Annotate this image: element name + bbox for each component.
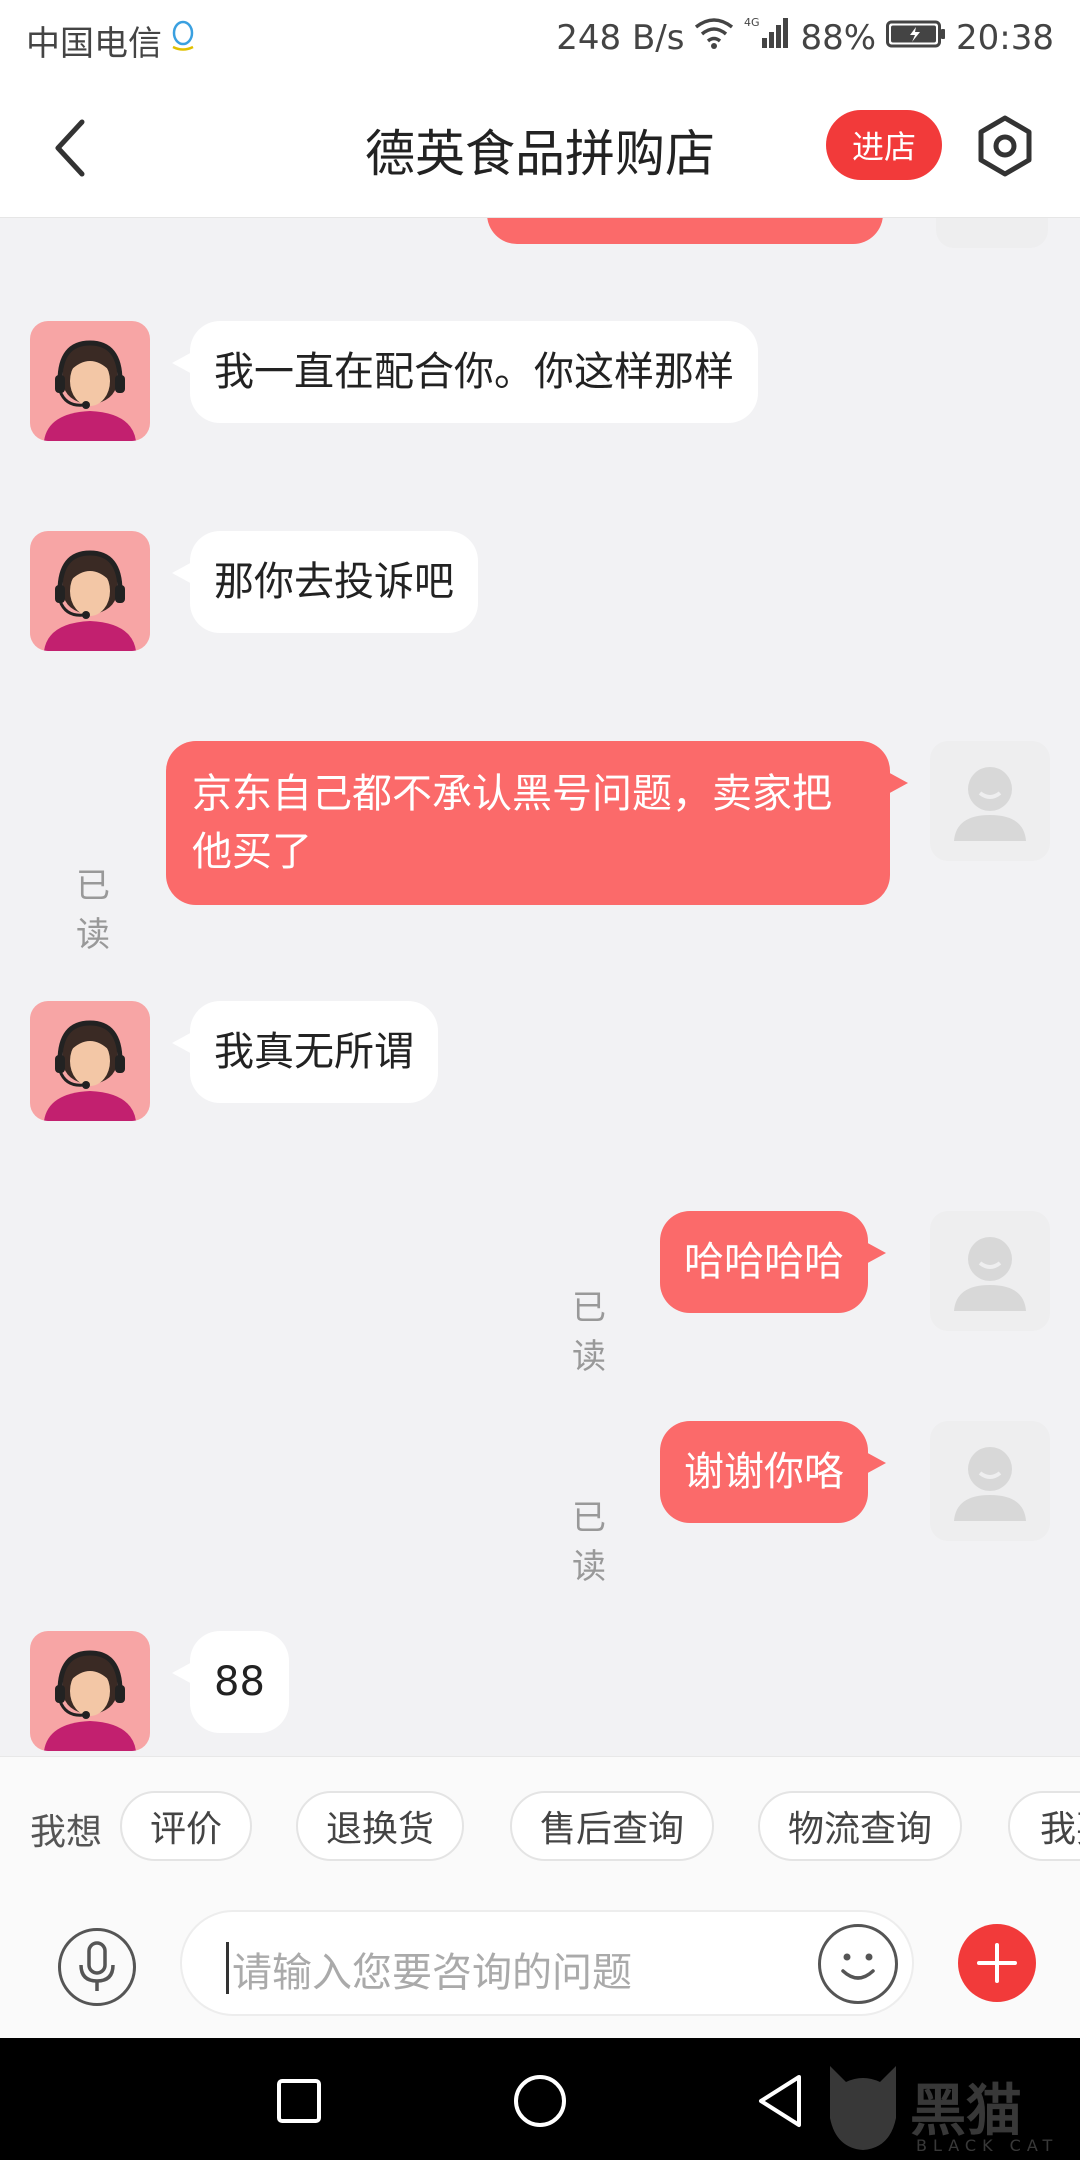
nav-bar: 德英食品拼购店 进店	[0, 78, 1080, 218]
black-cat-logo-icon	[830, 2066, 896, 2150]
chat-area[interactable]: 我一直在配合你。你这样那样 那你去投诉吧 已读 京东自己都不承认黑号问题，卖家把…	[0, 218, 1080, 1756]
home-button[interactable]	[505, 2066, 575, 2136]
agent-avatar[interactable]	[30, 1001, 150, 1121]
net-speed-label: 248 B/s	[556, 17, 685, 58]
quick-option-after-sales[interactable]: 售后查询	[510, 1791, 714, 1861]
watermark: 黑猫 BLACK CAT	[820, 2058, 1080, 2158]
status-bar: 中国电信 248 B/s 4G 88% 20:38	[0, 0, 1080, 78]
incoming-message-bubble[interactable]: 我真无所谓	[172, 1001, 438, 1103]
more-actions-button[interactable]	[958, 1924, 1036, 2002]
default-user-icon	[954, 767, 1026, 841]
previous-message-bubble	[487, 218, 883, 244]
voice-input-button[interactable]	[58, 1928, 136, 2006]
default-user-icon	[954, 1447, 1026, 1521]
chevron-left-icon	[55, 119, 85, 177]
smiley-icon	[841, 1953, 875, 1980]
quick-option-return-exchange[interactable]: 退换货	[296, 1791, 464, 1861]
agent-avatar[interactable]	[30, 321, 150, 441]
previous-user-avatar	[936, 218, 1048, 248]
watermark-subtext: BLACK CAT	[916, 2136, 1059, 2155]
default-user-icon	[954, 1237, 1026, 1311]
circle-icon	[514, 2075, 566, 2127]
quick-option-logistics[interactable]: 物流查询	[758, 1791, 962, 1861]
agent-avatar[interactable]	[30, 531, 150, 651]
text-caret	[226, 1942, 229, 1994]
quick-option-review[interactable]: 评价	[120, 1791, 252, 1861]
battery-icon	[886, 18, 946, 58]
settings-hexagon-icon	[978, 115, 1032, 177]
back-button[interactable]	[30, 108, 110, 188]
carrier-label: 中国电信	[26, 24, 162, 64]
recent-apps-button[interactable]	[264, 2066, 334, 2136]
system-navigation-bar: 黑猫 BLACK CAT	[0, 2038, 1080, 2160]
quick-options-bar: 我想 评价 退换货 售后查询 物流查询 我要	[0, 1756, 1080, 1898]
emoji-button[interactable]	[818, 1924, 898, 2004]
square-icon	[277, 2079, 321, 2123]
user-avatar[interactable]	[930, 1211, 1050, 1331]
read-receipt: 已读	[572, 1498, 606, 1587]
wifi-icon	[694, 17, 734, 58]
read-receipt: 已读	[76, 866, 110, 955]
read-receipt: 已读	[572, 1288, 606, 1377]
input-placeholder: 请输入您要咨询的问题	[232, 1950, 632, 1996]
user-avatar[interactable]	[930, 1421, 1050, 1541]
plus-icon	[977, 1943, 1017, 1983]
cell-signal-icon: 4G	[744, 16, 790, 59]
outgoing-message-bubble[interactable]: 哈哈哈哈	[660, 1211, 886, 1313]
incoming-message-bubble[interactable]: 那你去投诉吧	[172, 531, 478, 633]
user-avatar[interactable]	[930, 741, 1050, 861]
triangle-back-icon	[759, 2075, 801, 2127]
qq-notification-icon	[170, 19, 196, 62]
clock: 20:38	[956, 17, 1054, 58]
customer-service-agent-icon	[44, 1650, 136, 1751]
microphone-icon	[79, 1941, 115, 1991]
outgoing-message-bubble[interactable]: 谢谢你咯	[660, 1421, 886, 1523]
incoming-message-bubble[interactable]: 我一直在配合你。你这样那样	[172, 321, 758, 423]
agent-avatar[interactable]	[30, 1631, 150, 1751]
customer-service-agent-icon	[44, 1020, 136, 1121]
quick-option-more[interactable]: 我要	[1008, 1791, 1080, 1861]
quick-options-label: 我想	[30, 1812, 103, 1853]
settings-button[interactable]	[965, 106, 1045, 186]
incoming-message-bubble[interactable]: 88	[172, 1631, 289, 1733]
watermark-text: 黑猫	[910, 2079, 1022, 2144]
network-type-label: 4G	[744, 16, 760, 29]
message-input[interactable]: 请输入您要咨询的问题	[180, 1910, 914, 2016]
back-nav-button[interactable]	[745, 2066, 815, 2136]
customer-service-agent-icon	[44, 550, 136, 651]
customer-service-agent-icon	[44, 340, 136, 441]
input-bar: 请输入您要咨询的问题	[0, 1898, 1080, 2038]
outgoing-message-bubble[interactable]: 京东自己都不承认黑号问题，卖家把他买了	[166, 741, 908, 905]
battery-percent: 88%	[800, 17, 877, 58]
enter-shop-button[interactable]: 进店	[826, 110, 942, 180]
